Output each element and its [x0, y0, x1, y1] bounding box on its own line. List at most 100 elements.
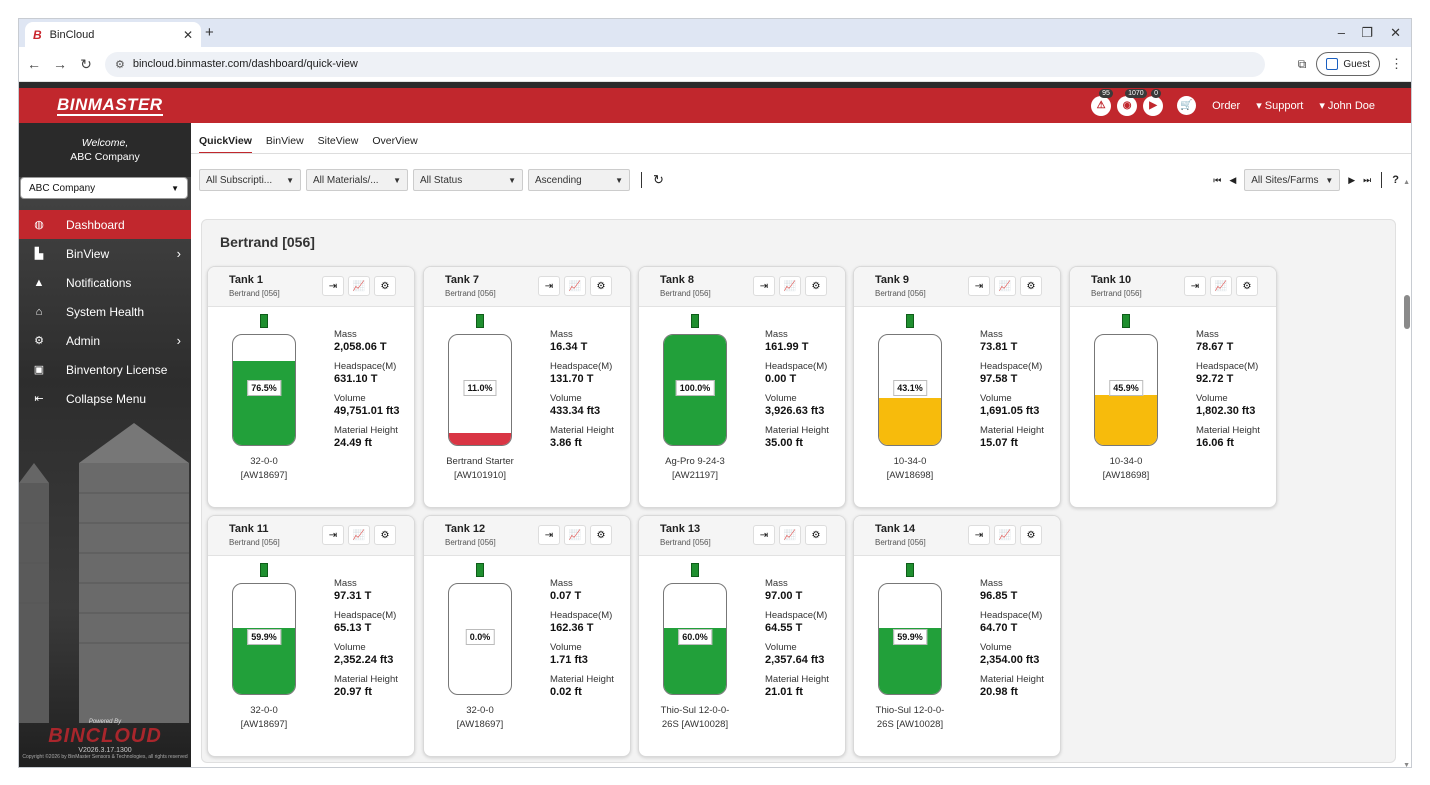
lens-icon[interactable]: ⧉: [1298, 57, 1307, 72]
scroll-down-icon[interactable]: ▼: [1403, 762, 1410, 767]
materials-filter[interactable]: All Materials/... ▼: [306, 169, 408, 191]
gear-icon[interactable]: ⚙: [1020, 525, 1042, 545]
order-link[interactable]: Order: [1212, 100, 1240, 112]
tank-card[interactable]: Tank 8 Bertrand [056] ⇥ 📈 ⚙ 100.0% Ag-Pr…: [638, 266, 846, 508]
sign-in-icon[interactable]: ⇥: [753, 276, 775, 296]
first-page-icon[interactable]: ⏮: [1213, 175, 1221, 186]
chart-icon[interactable]: 📈: [564, 525, 586, 545]
next-page-icon[interactable]: ▶: [1348, 175, 1355, 186]
restore-icon[interactable]: ❐: [1361, 25, 1373, 41]
level-alert-icon[interactable]: ⚠ 95: [1091, 88, 1113, 116]
gear-icon[interactable]: ⚙: [374, 276, 396, 296]
gear-icon[interactable]: ⚙: [590, 525, 612, 545]
sign-in-icon[interactable]: ⇥: [538, 525, 560, 545]
gear-icon[interactable]: ⚙: [374, 525, 396, 545]
sidebar-item-collapse-menu[interactable]: ⇤ Collapse Menu: [19, 384, 191, 413]
reload-icon[interactable]: ↻: [73, 56, 99, 73]
chart-icon[interactable]: 📈: [564, 276, 586, 296]
signal-alert-icon[interactable]: ◉ 1070: [1117, 88, 1147, 116]
sidebar-item-system-health[interactable]: ⌂ System Health: [19, 297, 191, 326]
tab-overview[interactable]: OverView: [372, 135, 417, 154]
chart-icon[interactable]: 📈: [994, 525, 1016, 545]
tank-card[interactable]: Tank 7 Bertrand [056] ⇥ 📈 ⚙ 11.0% Bertra…: [423, 266, 631, 508]
volume-value: 2,352.24 ft3: [334, 654, 394, 666]
company-select[interactable]: ABC Company ▼: [20, 177, 188, 199]
scroll-up-icon[interactable]: ▲: [1403, 179, 1410, 186]
tank-card[interactable]: Tank 14 Bertrand [056] ⇥ 📈 ⚙ 59.9% Thio-…: [853, 515, 1061, 757]
close-window-icon[interactable]: ✕: [1390, 25, 1401, 41]
scrollbar[interactable]: ▲ ▼: [1401, 179, 1411, 767]
scroll-thumb[interactable]: [1404, 295, 1410, 329]
tank-card[interactable]: Tank 12 Bertrand [056] ⇥ 📈 ⚙ 0.0% 32-0-0…: [423, 515, 631, 757]
headspace-value: 65.13 T: [334, 622, 372, 634]
tab-title: BinCloud: [49, 28, 95, 41]
gear-icon[interactable]: ⚙: [1236, 276, 1258, 296]
sign-in-icon[interactable]: ⇥: [1184, 276, 1206, 296]
chart-icon[interactable]: 📈: [348, 525, 370, 545]
sidebar-item-admin[interactable]: ⚙ Admin ›: [19, 326, 191, 355]
sites-filter[interactable]: All Sites/Farms ▼: [1244, 169, 1341, 191]
status-filter[interactable]: All Status ▼: [413, 169, 523, 191]
user-menu[interactable]: ▾ John Doe: [1319, 99, 1375, 112]
gear-icon[interactable]: ⚙: [805, 276, 827, 296]
tank-card[interactable]: Tank 1 Bertrand [056] ⇥ 📈 ⚙ 76.5% 32-0-0…: [207, 266, 415, 508]
sign-in-icon[interactable]: ⇥: [322, 525, 344, 545]
tab-siteview[interactable]: SiteView: [318, 135, 359, 154]
sensor-status-indicator: [906, 563, 914, 577]
url-input[interactable]: ⚙ bincloud.binmaster.com/dashboard/quick…: [105, 51, 1265, 77]
sign-in-icon[interactable]: ⇥: [538, 276, 560, 296]
new-tab-icon[interactable]: +: [205, 24, 214, 41]
material-height-value: 0.02 ft: [550, 686, 582, 698]
sites-filter-value: All Sites/Farms: [1251, 174, 1319, 186]
tank-level-graphic: 43.1%: [878, 334, 942, 446]
close-tab-icon[interactable]: ✕: [183, 28, 193, 42]
tank-actions: ⇥ 📈 ⚙: [753, 276, 827, 296]
sort-order-select[interactable]: Ascending ▼: [528, 169, 630, 191]
help-icon[interactable]: ?: [1392, 174, 1399, 186]
sign-in-icon[interactable]: ⇥: [968, 276, 990, 296]
play-alert-icon[interactable]: ▶ 0: [1143, 88, 1164, 116]
gear-icon[interactable]: ⚙: [590, 276, 612, 296]
chart-icon[interactable]: 📈: [779, 276, 801, 296]
tank-card[interactable]: Tank 9 Bertrand [056] ⇥ 📈 ⚙ 43.1% 10-34-…: [853, 266, 1061, 508]
refresh-icon[interactable]: ↻: [653, 172, 664, 188]
chart-icon[interactable]: 📈: [779, 525, 801, 545]
sign-in-icon[interactable]: ⇥: [322, 276, 344, 296]
sidebar-item-dashboard[interactable]: ◍ Dashboard: [19, 210, 191, 239]
sidebar-item-binview[interactable]: ▙ BinView ›: [19, 239, 191, 268]
sidebar-item-notifications[interactable]: ▲ Notifications: [19, 268, 191, 297]
sign-in-icon[interactable]: ⇥: [968, 525, 990, 545]
support-menu[interactable]: ▾ Support: [1256, 99, 1303, 112]
prev-page-icon[interactable]: ◀: [1229, 175, 1236, 186]
tank-card[interactable]: Tank 10 Bertrand [056] ⇥ 📈 ⚙ 45.9% 10-34…: [1069, 266, 1277, 508]
gear-icon[interactable]: ⚙: [1020, 276, 1042, 296]
tank-card[interactable]: Tank 13 Bertrand [056] ⇥ 📈 ⚙ 60.0% Thio-…: [638, 515, 846, 757]
profile-button[interactable]: Guest: [1316, 52, 1380, 76]
tank-card[interactable]: Tank 11 Bertrand [056] ⇥ 📈 ⚙ 59.9% 32-0-…: [207, 515, 415, 757]
last-page-icon[interactable]: ⏭: [1363, 175, 1371, 186]
welcome-company: ABC Company: [70, 151, 140, 163]
gear-icon[interactable]: ⚙: [805, 525, 827, 545]
minimize-icon[interactable]: –: [1338, 25, 1345, 40]
chart-icon[interactable]: 📈: [994, 276, 1016, 296]
browser-tab[interactable]: B BinCloud ✕: [25, 22, 201, 47]
tab-quickview[interactable]: QuickView: [199, 135, 252, 154]
chevron-down-icon: ▼: [393, 175, 401, 185]
browser-menu-icon[interactable]: ⋮: [1390, 56, 1403, 72]
binmaster-logo[interactable]: BINMASTER: [57, 95, 163, 116]
sensor-status-indicator: [260, 563, 268, 577]
forward-icon[interactable]: →: [47, 56, 73, 72]
site-info-icon[interactable]: ⚙: [115, 58, 125, 71]
volume-label: Volume: [980, 642, 1012, 653]
subscription-filter[interactable]: All Subscripti... ▼: [199, 169, 301, 191]
sign-in-icon[interactable]: ⇥: [753, 525, 775, 545]
tab-binview[interactable]: BinView: [266, 135, 304, 154]
material-name: Ag-Pro 9-24-3: [665, 456, 725, 467]
sidebar-item-binventory-license[interactable]: ▣ Binventory License: [19, 355, 191, 384]
back-icon[interactable]: ←: [21, 56, 47, 72]
volume-label: Volume: [980, 393, 1012, 404]
chart-icon[interactable]: 📈: [348, 276, 370, 296]
cart-icon[interactable]: 🛒: [1177, 96, 1197, 115]
chart-icon[interactable]: 📈: [1210, 276, 1232, 296]
tank-card-header: Tank 8 Bertrand [056] ⇥ 📈 ⚙: [639, 267, 845, 307]
